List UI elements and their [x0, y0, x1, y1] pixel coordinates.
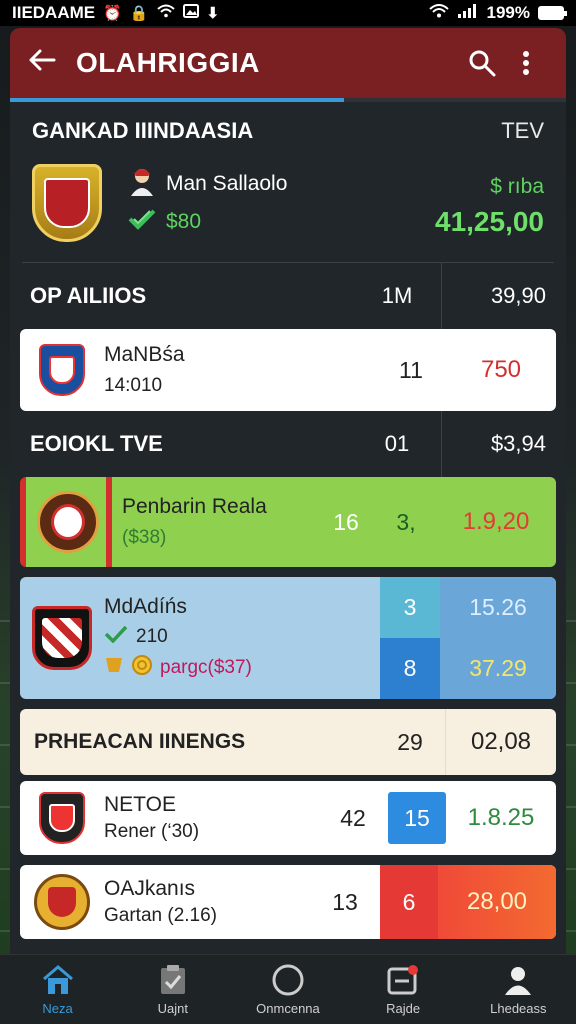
nav-rajde[interactable]: Rajde	[353, 963, 453, 1016]
nav-label: Lhedeass	[490, 1001, 547, 1016]
search-icon[interactable]	[460, 49, 504, 77]
match-sub: Gartan (2.16)	[104, 905, 217, 926]
profile-icon	[503, 963, 533, 997]
team-crest-logo	[32, 164, 102, 242]
match-number: 16	[333, 508, 359, 535]
team-name: OAJkanıs	[104, 877, 196, 900]
section-header-eoiokl-tve: EOIOKL TVE 01 $3,94	[10, 411, 566, 477]
player-icon	[128, 166, 156, 202]
clipboard-icon	[158, 963, 188, 997]
odds-value[interactable]: 1.9,20	[436, 508, 556, 536]
circle-icon	[271, 963, 305, 997]
check-icon	[128, 208, 156, 236]
highlight-stripe	[106, 477, 112, 567]
score-value: 3,	[396, 508, 416, 535]
match-time: 14:010	[104, 375, 163, 396]
parge-value: pargc($37)	[160, 657, 252, 678]
number-box[interactable]: 6	[380, 865, 438, 939]
team-name: Penbarin Reala	[122, 495, 267, 518]
section-col1: 01	[384, 431, 410, 456]
match-number: 42	[340, 804, 366, 831]
price-sub: ($38)	[122, 527, 167, 548]
status-bar: IIEDAAME ⏰ 🔒 ⬇ 199%	[0, 0, 576, 26]
team-name: MdAdíńs	[104, 595, 187, 618]
medal-icon	[104, 656, 124, 680]
gold-crest-logo	[34, 874, 90, 930]
bottom-odds[interactable]: 37.29	[440, 638, 556, 699]
bottom-navigation: Neza Uajnt Onmcenna Rajde Lhedeass	[0, 954, 576, 1024]
nav-home[interactable]: Neza	[8, 963, 108, 1016]
section-header-op-ailiios: OP AILIIOS 1M 39,90	[10, 263, 566, 329]
match-card-penbarin-reala[interactable]: Penbarin Reala ($38) 16 3, 1.9,20	[20, 477, 556, 567]
section-col2: 02,08	[470, 728, 532, 755]
bottom-number-box[interactable]: 8	[380, 638, 440, 699]
price-label: $ rıba	[490, 175, 544, 198]
wifi-icon	[156, 4, 175, 22]
check-icon	[104, 625, 128, 649]
lock-icon: 🔒	[129, 5, 149, 22]
match-summary[interactable]: GANKAD IIINDAASIA TEV Man Sallaolo $80 $…	[10, 102, 566, 262]
alarm-icon: ⏰	[103, 5, 122, 22]
inbox-icon	[386, 963, 420, 997]
section-header-prheacan-iinengs: PRHEACAN IINENGS 29 02,08	[20, 709, 556, 775]
carrier-label: IIEDAAME	[12, 3, 96, 22]
page-title: OLAHRIGGIA	[76, 47, 260, 78]
nav-label: Onmcenna	[256, 1001, 320, 1016]
league-right-label: TEV	[501, 118, 544, 143]
nav-onmcenna[interactable]: Onmcenna	[238, 963, 338, 1016]
image-icon	[182, 4, 199, 22]
cell-signal-icon	[457, 3, 479, 24]
match-number: 13	[332, 888, 358, 915]
match-number: 11	[399, 356, 423, 383]
battery-percent: 199%	[486, 3, 530, 22]
team-name: Man Sallaolo	[166, 172, 288, 195]
league-name: GANKAD IIINDAASIA	[32, 118, 254, 143]
team-name: MaNBśa	[104, 343, 185, 366]
wifi-signal-icon	[428, 3, 449, 23]
nav-label: Uajnt	[157, 1001, 188, 1016]
odds-value[interactable]: 750	[446, 356, 556, 384]
odds-value[interactable]: 1.8.25	[446, 804, 556, 832]
top-odds[interactable]: 15.26	[440, 577, 556, 638]
top-number-box[interactable]: 3	[380, 577, 440, 638]
back-arrow-icon[interactable]	[28, 46, 76, 80]
more-vert-icon[interactable]	[504, 50, 548, 76]
app-window: OLAHRIGGIA GANKAD IIINDAASIA TEV Man Sal…	[10, 28, 566, 954]
section-col2: $3,94	[490, 431, 546, 456]
coin-icon	[132, 655, 152, 681]
section-label: OP AILIIOS	[30, 283, 147, 308]
team-value: 210	[136, 626, 168, 647]
app-bar: OLAHRIGGIA	[10, 28, 566, 98]
download-icon: ⬇	[206, 5, 220, 22]
match-card-oajkanis[interactable]: OAJkanıs Gartan (2.16) 13 6 28,00	[20, 865, 556, 939]
round-crest-logo	[37, 491, 99, 553]
odds-value[interactable]: 28,00	[438, 865, 556, 939]
section-label: EOIOKL TVE	[30, 431, 163, 456]
striped-crest-logo	[32, 606, 92, 670]
amount-value: $80	[166, 210, 202, 233]
shield-crest-logo	[39, 344, 85, 396]
home-icon	[41, 963, 75, 997]
nav-label: Rajde	[386, 1001, 421, 1016]
section-col1: 1M	[381, 283, 413, 308]
section-label: PRHEACAN IINENGS	[34, 730, 246, 753]
match-card-netoe[interactable]: NETOE Rener (‘30) 42 15 1.8.25	[20, 781, 556, 855]
section-col2: 39,90	[490, 283, 546, 308]
match-card-mdadins[interactable]: MdAdíńs 210 pargc($37) 3 8 15.26 37.29	[20, 577, 556, 699]
match-sub: Rener (‘30)	[104, 821, 200, 842]
nav-label: Neza	[42, 1001, 73, 1016]
price-total: 41,25,00	[435, 206, 544, 237]
team-name: NETOE	[104, 793, 176, 816]
nav-uajnt[interactable]: Uajnt	[123, 963, 223, 1016]
number-box[interactable]: 15	[388, 792, 446, 844]
battery-icon	[538, 6, 567, 20]
match-card-manbsa[interactable]: MaNBśa 14:010 11 750	[20, 329, 556, 411]
section-col1: 29	[397, 728, 423, 755]
dark-crest-logo	[39, 792, 85, 844]
nav-lhedeass[interactable]: Lhedeass	[468, 963, 568, 1016]
